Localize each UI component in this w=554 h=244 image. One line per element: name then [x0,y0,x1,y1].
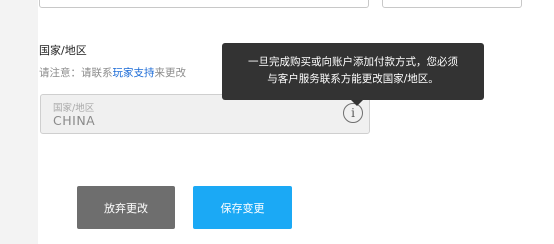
tooltip-line-1: 一旦完成购买或向账户添加付款方式，您必须 [248,56,458,68]
country-field: 国家/地区 CHINA i [40,94,370,134]
notice-suffix: 来更改 [154,67,187,79]
country-change-tooltip: 一旦完成购买或向账户添加付款方式，您必须 与客户服务联系方能更改国家/地区。 [222,43,484,100]
country-field-value: CHINA [53,113,96,128]
info-icon[interactable]: i [343,103,363,123]
discard-changes-button[interactable]: 放弃更改 [77,186,175,229]
previous-field-right[interactable] [382,0,522,8]
save-changes-button[interactable]: 保存变更 [193,186,292,229]
previous-field-left[interactable] [39,0,369,8]
country-change-notice: 请注意：请联系玩家支持来更改 [39,65,186,80]
notice-prefix: 请注意：请联系 [39,67,113,79]
player-support-link[interactable]: 玩家支持 [113,67,155,79]
tooltip-line-2: 与客户服务联系方能更改国家/地区。 [267,73,439,85]
country-section-title: 国家/地区 [39,44,87,57]
tooltip-arrow [350,99,364,106]
country-field-label: 国家/地区 [53,103,95,114]
